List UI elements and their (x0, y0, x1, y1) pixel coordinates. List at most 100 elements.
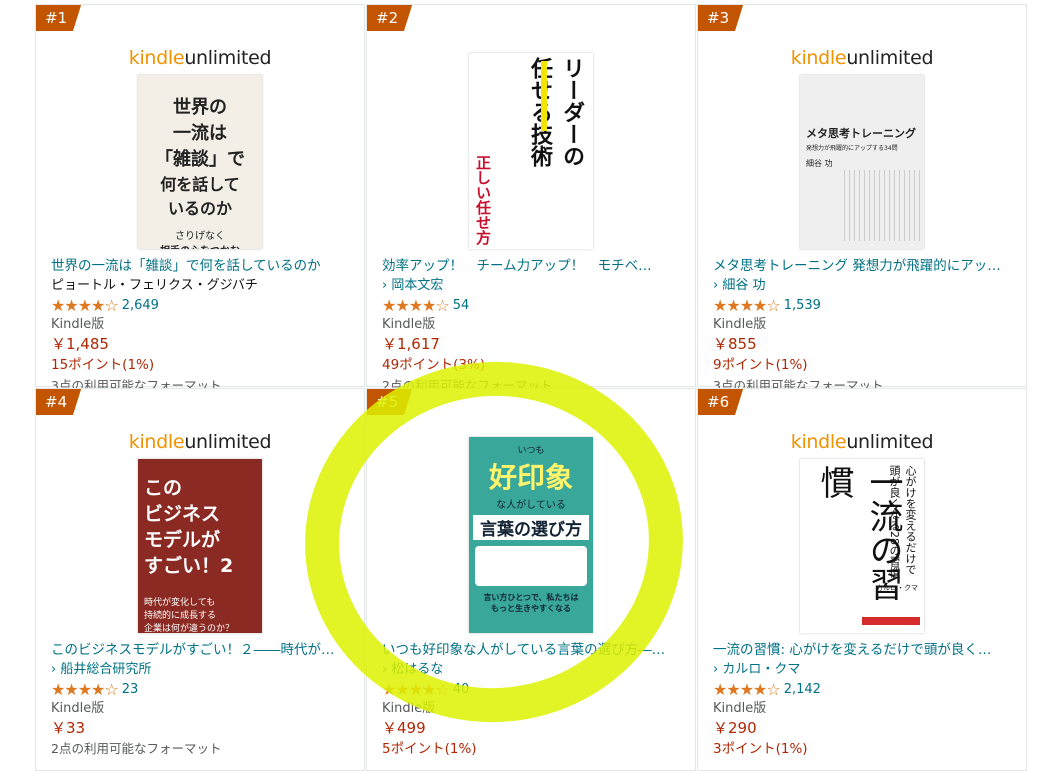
cover-line: 企業は何が違うのか？ (144, 624, 235, 633)
rank-badge: #4 (36, 389, 82, 415)
product-title-link[interactable]: 一流の習慣: 心がけを変えるだけで頭が良く… (713, 641, 1016, 660)
product-card-1[interactable]: #1 kindleunlimited 世界の 一流は 「雑談」で 何を話して い… (35, 4, 365, 393)
cover-line: 心がけを変えるだけで (904, 465, 917, 575)
book-cover-image[interactable]: メタ思考トレーニング 発想力が飛躍的にアップする34問 細谷 功 (800, 75, 924, 249)
cover-line: すごい！2 (144, 555, 234, 577)
cover-line: いるのか (167, 199, 232, 218)
available-formats[interactable]: 2点の利用可能なフォーマット (51, 739, 354, 758)
points: 9ポイント(1%) (713, 357, 808, 373)
book-cover[interactable]: いつも 好印象 な人がしている 言葉の選び方 言い方ひとつで、私たちは もっと生… (469, 437, 593, 633)
review-count-link[interactable]: 54 (453, 296, 470, 315)
review-count-link[interactable]: 23 (122, 680, 139, 699)
review-count-link[interactable]: 1,539 (784, 296, 821, 315)
product-title-link[interactable]: このビジネスモデルがすごい！２――時代が… (51, 641, 354, 660)
product-info: このビジネスモデルがすごい！２――時代が… › 船井総合研究所 ★★★★☆ 23… (51, 641, 354, 758)
cover-line: 好印象 (488, 461, 573, 494)
points: 5ポイント(1%) (382, 741, 477, 757)
product-title-link[interactable]: メタ思考トレーニング 発想力が飛躍的にアッ… (713, 257, 1016, 276)
author-name[interactable]: › 細谷 功 (713, 276, 1016, 295)
price: ￥290 (713, 719, 757, 737)
review-count-link[interactable]: 40 (453, 680, 470, 699)
book-cover[interactable]: kindleunlimited 一流の習慣 心がけを変えるだけで 頭が良くなる2… (791, 431, 934, 633)
format-label: Kindle版 (382, 317, 436, 332)
cover-line: な人がしている (496, 500, 566, 511)
cover-line: 細谷 功 (806, 159, 833, 168)
price: ￥1,485 (51, 335, 109, 353)
cover-line: 何を話して (160, 175, 240, 194)
cover-line: 発想力が飛躍的にアップする34問 (806, 145, 898, 152)
rating[interactable]: ★★★★☆ 54 (382, 295, 685, 315)
cover-line: いつも (517, 446, 545, 456)
cover-line: メタ思考トレーニング (806, 127, 916, 140)
cover-line: 一流は (173, 123, 227, 144)
price: ￥1,617 (382, 335, 440, 353)
author-name[interactable]: › 松はるな (382, 660, 685, 679)
author-name[interactable]: › カルロ・クマ (713, 660, 1016, 679)
book-cover-image[interactable]: 世界の 一流は 「雑談」で 何を話して いるのか さりげなく 相手の心をつかむ … (138, 75, 262, 249)
product-title-link[interactable]: 効率アップ！ チーム力アップ！ モチベ… (382, 257, 685, 276)
rating[interactable]: ★★★★☆ 2,142 (713, 679, 1016, 699)
cover-line: 頭が良くなる28の習慣 (888, 465, 901, 578)
product-card-4[interactable]: #4 kindleunlimited この ビジネス モデルが すごい！2 時代… (35, 388, 365, 771)
star-rating-icon: ★★★★☆ (713, 295, 781, 315)
cover-line: カルロ・クマ (876, 584, 918, 592)
book-cover[interactable]: kindleunlimited 世界の 一流は 「雑談」で 何を話して いるのか… (129, 47, 272, 249)
price: ￥499 (382, 719, 426, 737)
cover-line: 相手の心をつかむ (144, 242, 256, 249)
author-name: ピョートル・フェリクス・グジバチ (51, 278, 258, 293)
kindle-unlimited-logo: kindleunlimited (128, 431, 272, 453)
book-cover[interactable]: kindleunlimited この ビジネス モデルが すごい！2 時代が変化… (129, 431, 272, 633)
book-cover-image[interactable]: 一流の習慣 心がけを変えるだけで 頭が良くなる28の習慣 カルロ・クマ (800, 459, 924, 633)
points: 3ポイント(1%) (713, 741, 808, 757)
product-card-6[interactable]: #6 kindleunlimited 一流の習慣 心がけを変えるだけで 頭が良く… (697, 388, 1027, 771)
format-label: Kindle版 (382, 701, 436, 716)
book-cover[interactable]: kindleunlimited メタ思考トレーニング 発想力が飛躍的にアップする… (791, 47, 934, 249)
star-rating-icon: ★★★★☆ (51, 679, 119, 699)
book-cover[interactable]: リーダーの 任せる技術 正しい任せ方 (469, 53, 593, 249)
book-cover-image[interactable]: リーダーの 任せる技術 正しい任せ方 (469, 53, 593, 249)
cover-line: 言い方ひとつで、私たちは (483, 593, 579, 602)
product-card-5[interactable]: #5 いつも 好印象 な人がしている 言葉の選び方 言い方ひとつで、私たちは も… (366, 388, 696, 771)
cover-line: 言葉の選び方 (473, 515, 589, 540)
author-name[interactable]: › 岡本文宏 (382, 276, 685, 295)
rating[interactable]: ★★★★☆ 2,649 (51, 295, 354, 315)
rank-badge: #5 (367, 389, 413, 415)
cover-line: さりげなく (175, 231, 225, 242)
cover-line: 任せる技術 (527, 57, 552, 167)
cover-line: 時代が変化しても (144, 598, 216, 608)
rank-badge: #1 (36, 5, 82, 31)
review-count-link[interactable]: 2,142 (784, 680, 821, 699)
author-name[interactable]: › 船井総合研究所 (51, 660, 354, 679)
format-label: Kindle版 (51, 701, 105, 716)
cover-line: もっと生きやすくなる (491, 604, 571, 613)
rating[interactable]: ★★★★☆ 40 (382, 679, 685, 699)
points: 49ポイント(3%) (382, 357, 486, 373)
rating[interactable]: ★★★★☆ 1,539 (713, 295, 1016, 315)
star-rating-icon: ★★★★☆ (51, 295, 119, 315)
cover-line: 正しい任せ方 (474, 155, 492, 245)
rank-badge: #2 (367, 5, 413, 31)
product-title-link[interactable]: 世界の一流は「雑談」で何を話しているのか (51, 257, 354, 276)
review-count-link[interactable]: 2,649 (122, 296, 159, 315)
book-cover-image[interactable]: いつも 好印象 な人がしている 言葉の選び方 言い方ひとつで、私たちは もっと生… (469, 437, 593, 633)
cover-line: 持続的に成長する (144, 611, 217, 621)
product-info: いつも好印象な人がしている言葉の選び方―… › 松はるな ★★★★☆ 40 Ki… (382, 641, 685, 760)
product-info: 効率アップ！ チーム力アップ！ モチベ… › 岡本文宏 ★★★★☆ 54 Kin… (382, 257, 685, 395)
star-rating-icon: ★★★★☆ (713, 679, 781, 699)
product-card-2[interactable]: #2 リーダーの 任せる技術 正しい任せ方 効率アップ！ チーム力アップ！ モチ… (366, 4, 696, 393)
format-label: Kindle版 (713, 317, 767, 332)
rating[interactable]: ★★★★☆ 23 (51, 679, 354, 699)
book-cover-image[interactable]: この ビジネス モデルが すごい！2 時代が変化しても 持続的に成長する 企業は… (138, 459, 262, 633)
cover-line: 世界の (173, 97, 227, 118)
price: ￥855 (713, 335, 757, 353)
rank-badge: #6 (698, 389, 744, 415)
product-title-link[interactable]: いつも好印象な人がしている言葉の選び方―… (382, 641, 685, 660)
rank-badge: #3 (698, 5, 744, 31)
kindle-unlimited-logo: kindleunlimited (128, 47, 272, 69)
cover-line: 「雑談」で (155, 149, 245, 170)
kindle-unlimited-logo: kindleunlimited (790, 431, 934, 453)
cover-line: リーダーの (559, 57, 584, 167)
star-rating-icon: ★★★★☆ (382, 679, 450, 699)
product-card-3[interactable]: #3 kindleunlimited メタ思考トレーニング 発想力が飛躍的にアッ… (697, 4, 1027, 393)
cover-line: モデルが (144, 529, 221, 551)
